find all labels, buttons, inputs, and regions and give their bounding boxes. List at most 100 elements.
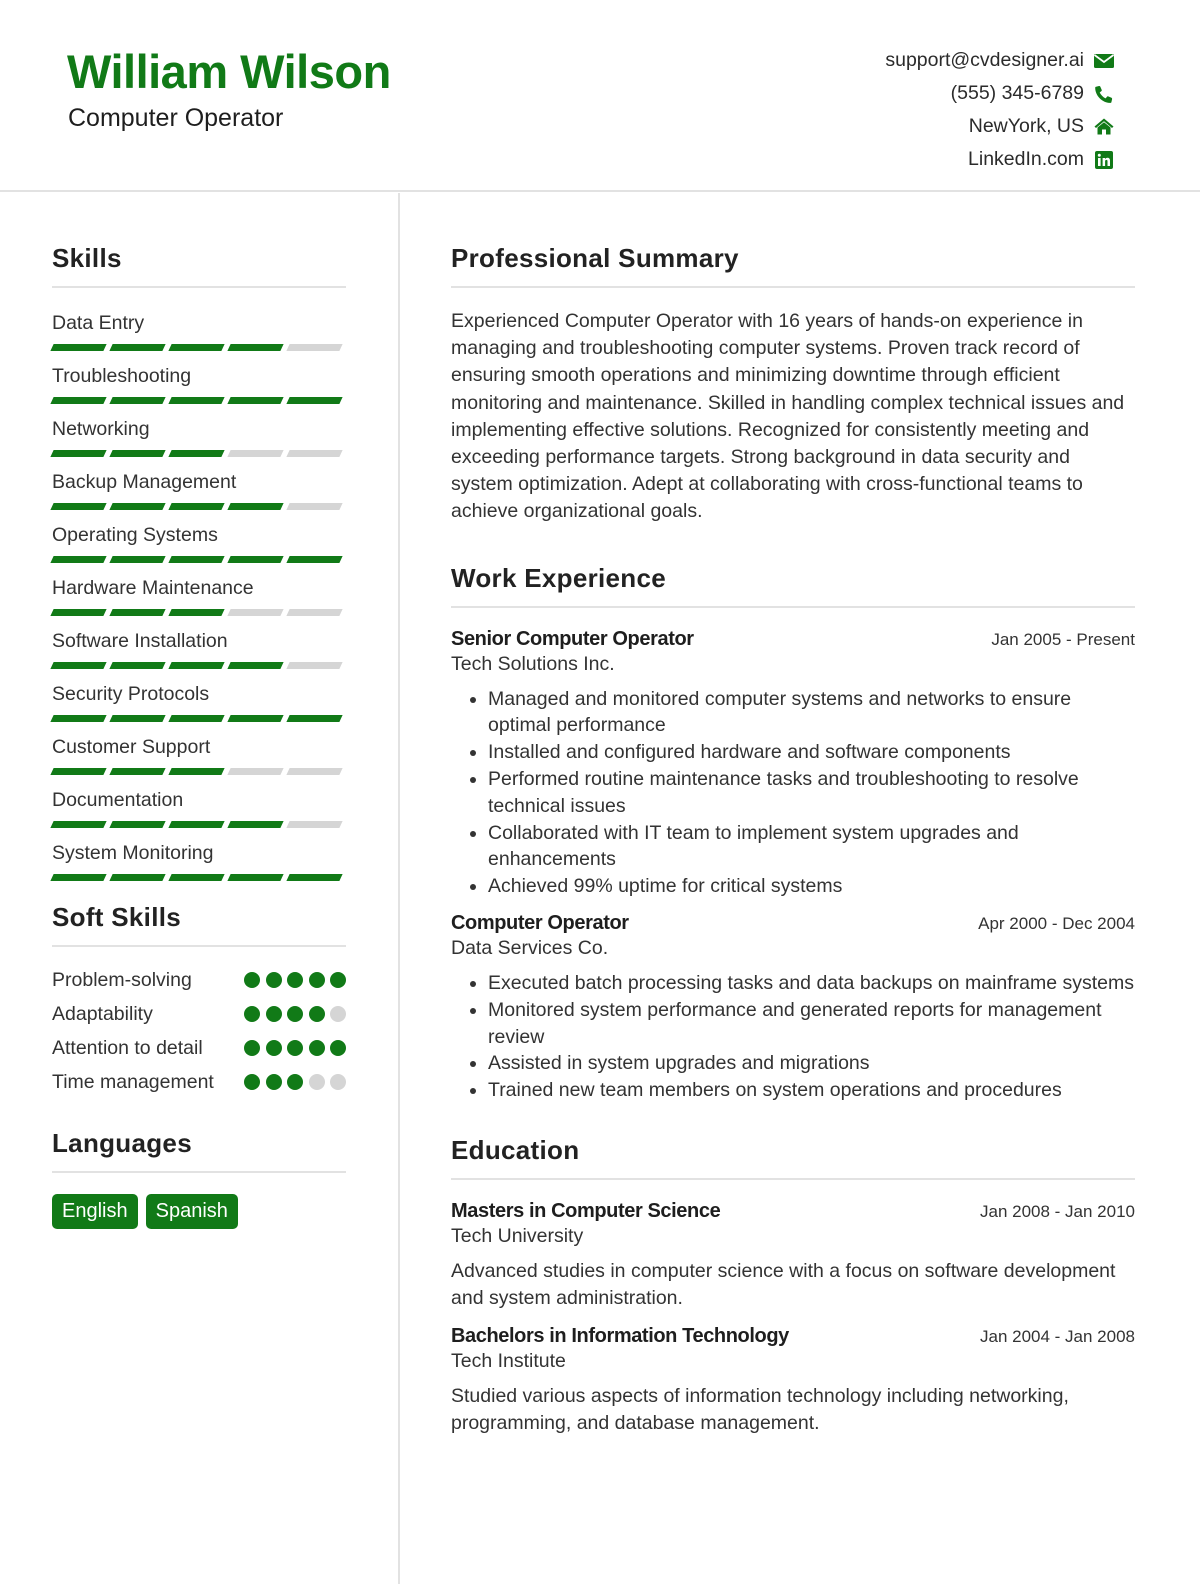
skill-name: Operating Systems [52,524,218,546]
skill-segment-filled [50,556,107,563]
soft-skill-rating [244,1001,346,1022]
skills-list: Data Entry Troubleshooting Networking Backu… [50,310,346,881]
skill-segment-filled [227,874,284,881]
skill-name: Hardware Maintenance [52,577,254,599]
contact-email-text[interactable]: support@cvdesigner.ai [885,49,1084,72]
education-dates: Jan 2004 - Jan 2008 [979,1326,1135,1346]
skill-level-bar [50,344,346,351]
skill-item: Backup Management [50,469,346,510]
responsibility-item: Performed routine maintenance tasks and … [488,766,1135,820]
skill-segment-empty [286,609,343,616]
soft-skill-item: Attention to detail [52,1035,346,1061]
skill-segment-filled [109,344,166,351]
skill-segment-filled [50,450,107,457]
contact-linkedin[interactable]: LinkedIn.com [885,143,1114,176]
skill-segment-filled [50,715,107,722]
skill-segment-filled [50,503,107,510]
job-title: Computer Operator [451,912,629,934]
soft-skills-heading: Soft Skills [52,899,346,947]
responsibility-item: Installed and configured hardware and so… [488,739,1135,766]
summary-text: Experienced Computer Operator with 16 ye… [451,310,1125,523]
rating-dot-empty [330,1006,346,1022]
skill-segment-filled [168,556,225,563]
contact-linkedin-text[interactable]: LinkedIn.com [968,148,1084,171]
soft-skills-section: Soft Skills Problem-solving Adaptability A… [52,899,346,1095]
skill-item: Security Protocols [50,681,346,722]
experience-item: Computer Operator Apr 2000 - Dec 2004 Data… [451,912,1135,1104]
skill-segment-filled [168,874,225,881]
rating-dot-filled [244,1006,260,1022]
soft-skill-item: Problem-solving [52,967,346,993]
skill-item: Documentation [50,787,346,828]
soft-skill-item: Adaptability [52,1001,346,1027]
contact-phone[interactable]: (555) 345-6789 [885,77,1114,110]
skill-segment-filled [286,874,343,881]
skill-item: Data Entry [50,310,346,351]
skill-segment-empty [286,662,343,669]
soft-skill-rating [244,1069,346,1090]
skill-segment-empty [286,768,343,775]
home-icon [1094,117,1114,137]
contact-location: NewYork, US [885,110,1114,143]
skill-item: Customer Support [50,734,346,775]
skill-name: Networking [52,418,150,440]
skill-segment-empty [286,821,343,828]
skills-section: Skills Data Entry Troubleshooting Networki… [50,240,346,881]
skill-segment-filled [109,503,166,510]
skill-item: System Monitoring [50,840,346,881]
skill-name: Backup Management [52,471,237,493]
rating-dot-filled [308,1040,325,1056]
rating-dot-filled [265,1006,282,1022]
contact-phone-text[interactable]: (555) 345-6789 [951,82,1084,105]
skill-segment-filled [286,397,343,404]
responsibilities-list: Managed and monitored computer systems a… [451,686,1135,900]
education-dates: Jan 2008 - Jan 2010 [979,1201,1135,1221]
envelope-icon [1094,51,1114,71]
skill-item: Networking [50,416,346,457]
experience-list: Senior Computer Operator Jan 2005 - Prese… [451,628,1135,1104]
rating-dot-filled [265,972,282,988]
rating-dot-filled [244,1074,260,1090]
skill-level-bar [50,874,346,881]
responsibility-item: Managed and monitored computer systems a… [488,686,1135,740]
skill-name: Customer Support [52,736,211,758]
languages-section: Languages English Spanish [52,1125,346,1229]
skill-segment-filled [50,821,107,828]
rating-dot-filled [265,1040,282,1056]
education-description: Studied various aspects of information t… [451,1384,1069,1435]
job-dates: Jan 2005 - Present [991,629,1135,649]
skill-segment-filled [227,503,284,510]
experience-heading: Work Experience [451,560,1135,608]
soft-skill-rating [244,967,346,988]
contact-email[interactable]: support@cvdesigner.ai [885,44,1114,77]
rating-dot-filled [244,972,260,988]
skill-item: Hardware Maintenance [50,575,346,616]
contact-location-text: NewYork, US [968,115,1084,137]
skill-name: Security Protocols [52,683,210,705]
skill-segment-filled [109,821,166,828]
skill-item: Operating Systems [50,522,346,563]
degree-name: Masters in Computer Science [451,1199,721,1222]
language-badge: English [52,1194,138,1229]
skill-segment-filled [50,609,107,616]
skill-segment-filled [227,821,284,828]
skill-segment-filled [227,556,284,563]
summary-section: Professional Summary Experienced Compute… [451,240,1135,526]
skill-segment-filled [227,662,284,669]
right-column: Professional Summary Experienced Compute… [451,240,1135,1438]
skill-name: System Monitoring [52,842,214,864]
rating-dot-filled [265,1074,282,1090]
skill-segment-filled [286,556,343,563]
skill-segment-empty [227,450,284,457]
skill-segment-filled [168,715,225,722]
skill-segment-empty [227,609,284,616]
rating-dot-filled [287,1074,303,1090]
candidate-title: Computer Operator [68,104,284,132]
resume-header: William Wilson Computer Operator support… [0,0,1200,192]
skill-segment-empty [286,344,343,351]
skill-segment-filled [109,715,166,722]
job-dates: Apr 2000 - Dec 2004 [978,914,1135,933]
skill-segment-filled [50,662,107,669]
summary-heading: Professional Summary [451,240,1135,288]
education-header: Masters in Computer Science Jan 2008 - Ja… [451,1200,1135,1223]
